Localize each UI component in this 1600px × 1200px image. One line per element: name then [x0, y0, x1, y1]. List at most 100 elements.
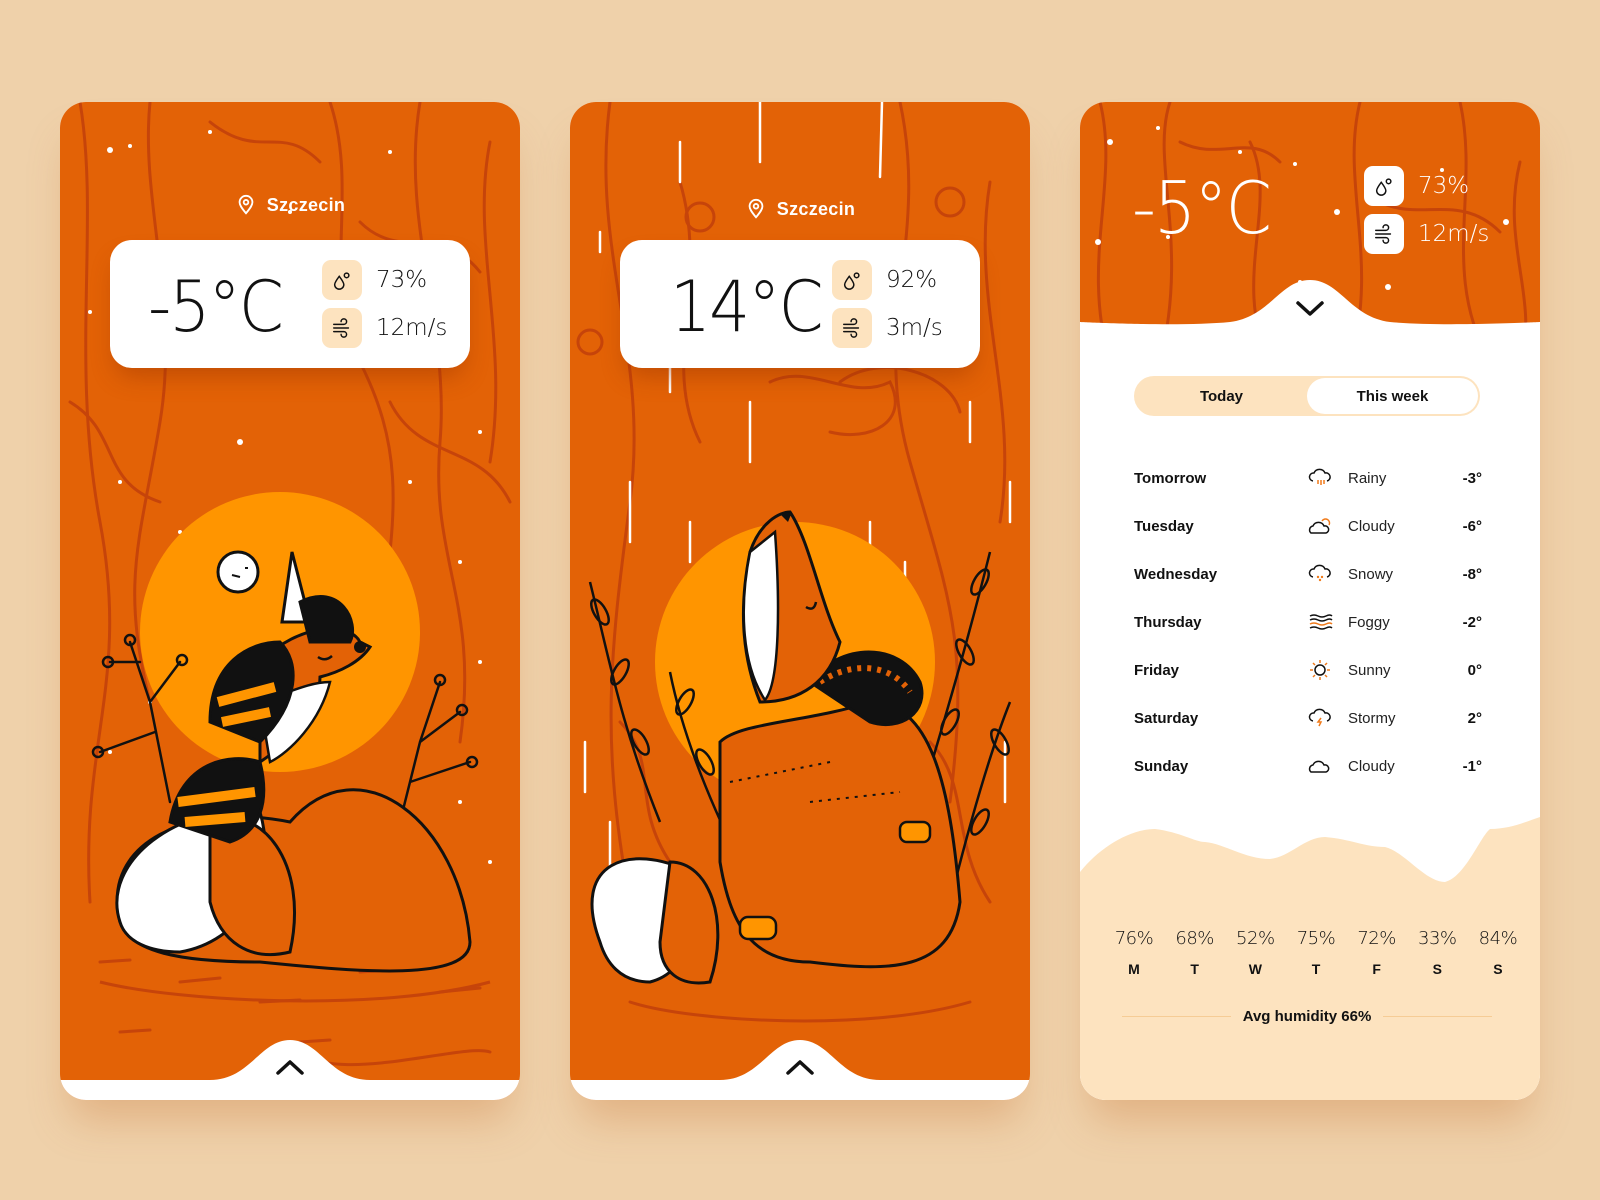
- wind-value: 3m/s: [886, 315, 943, 341]
- humidity-weekday: S: [1432, 961, 1442, 977]
- chevron-up-icon: [276, 1060, 304, 1075]
- forecast-row[interactable]: Thursday Foggy -2°: [1134, 598, 1484, 646]
- wind-stat: 12m/s: [1364, 214, 1489, 254]
- humidity-weekday: M: [1128, 961, 1140, 977]
- humidity-value: 73%: [376, 267, 428, 293]
- humidity-day[interactable]: 52% W: [1227, 928, 1283, 977]
- chevron-up-icon: [786, 1060, 814, 1075]
- forecast-day: Friday: [1134, 661, 1180, 679]
- map-pin-icon: [238, 194, 254, 215]
- forecast-condition: Cloudy: [1348, 757, 1395, 775]
- wind-icon: [322, 308, 362, 348]
- divider-right: [1383, 1016, 1493, 1017]
- chevron-down-icon: [1296, 301, 1324, 316]
- current-weather-card: 14°C 92% 3m/s: [620, 240, 980, 368]
- humidity-weekday: F: [1372, 961, 1381, 977]
- collapse-button[interactable]: [1285, 294, 1335, 324]
- forecast-day: Sunday: [1134, 757, 1189, 775]
- wind-icon: [1364, 214, 1404, 254]
- tab-this-week[interactable]: This week: [1307, 378, 1478, 414]
- forecast-condition: Rainy: [1348, 469, 1387, 487]
- humidity-day[interactable]: 76% M: [1106, 928, 1162, 977]
- current-temperature: 14°C: [670, 266, 824, 348]
- wind-stat: 12m/s: [322, 308, 447, 348]
- forecast-temp: -1°: [1462, 757, 1482, 775]
- forecast-row[interactable]: Sunday Cloudy -1°: [1134, 742, 1484, 790]
- location-name: Szczecin: [266, 194, 346, 215]
- humidity-percent: 75%: [1296, 928, 1336, 949]
- forecast-temp: -8°: [1462, 565, 1482, 583]
- sun-icon: [1306, 658, 1340, 682]
- humidity-day[interactable]: 33% S: [1409, 928, 1465, 977]
- forecast-day: Tomorrow: [1134, 469, 1207, 487]
- forecast-day: Tuesday: [1134, 517, 1194, 535]
- humidity-day[interactable]: 72% F: [1349, 928, 1405, 977]
- period-tabs: Today This week: [1134, 376, 1480, 416]
- cloud-icon: [1306, 754, 1340, 778]
- humidity-percent: 84%: [1478, 928, 1518, 949]
- humidity-percent: 68%: [1175, 928, 1214, 949]
- humidity-weekday: S: [1493, 961, 1503, 977]
- humidity-stat: 73%: [1364, 166, 1469, 206]
- humidity-day[interactable]: 75% T: [1288, 928, 1344, 977]
- storm-cloud-icon: [1306, 706, 1340, 730]
- humidity-value: 92%: [886, 267, 938, 293]
- forecast-row[interactable]: Saturday Stormy 2°: [1134, 694, 1484, 742]
- expand-button[interactable]: [775, 1052, 825, 1082]
- droplets-icon: [322, 260, 362, 300]
- humidity-day[interactable]: 84% S: [1470, 928, 1526, 977]
- wind-value: 12m/s: [376, 315, 448, 341]
- weather-screen-snow: Szczecin -5°C 73% 12m/s: [60, 102, 520, 1100]
- weather-forecast-screen: -5°C 73% 12m/s Today This week Tomorrow …: [1080, 102, 1540, 1100]
- forecast-temp: 0°: [1467, 661, 1482, 679]
- droplets-icon: [832, 260, 872, 300]
- forecast-row[interactable]: Tuesday Cloudy -6°: [1134, 502, 1484, 550]
- humidity-stat: 73%: [322, 260, 427, 300]
- map-pin-icon: [748, 198, 764, 219]
- current-temperature: -5°C: [148, 266, 284, 348]
- humidity-day[interactable]: 68% T: [1167, 928, 1223, 977]
- wind-value: 12m/s: [1418, 221, 1490, 247]
- forecast-row[interactable]: Wednesday Snowy -8°: [1134, 550, 1484, 598]
- humidity-weekday: T: [1190, 961, 1199, 977]
- location-label[interactable]: Szczecin: [60, 194, 520, 216]
- humidity-percent: 33%: [1418, 928, 1457, 949]
- forecast-temp: -2°: [1462, 613, 1482, 631]
- partly-cloudy-icon: [1306, 514, 1340, 538]
- wind-stat: 3m/s: [832, 308, 943, 348]
- average-humidity: Avg humidity 66%: [1122, 1008, 1493, 1025]
- humidity-stat: 92%: [832, 260, 937, 300]
- weekly-humidity: 76% M 68% T 52% W 75% T 72% F 33% S 84% …: [1106, 928, 1526, 977]
- weather-screen-rain: Szczecin 14°C 92% 3m/s: [570, 102, 1030, 1100]
- rain-cloud-icon: [1306, 466, 1340, 490]
- current-temperature: -5°C: [1132, 166, 1272, 250]
- droplets-icon: [1364, 166, 1404, 206]
- humidity-weekday: T: [1311, 961, 1321, 977]
- forecast-condition: Sunny: [1348, 661, 1391, 679]
- forecast-condition: Snowy: [1348, 565, 1394, 583]
- humidity-percent: 52%: [1236, 928, 1275, 949]
- forecast-day: Thursday: [1134, 613, 1202, 631]
- wind-icon: [832, 308, 872, 348]
- divider-left: [1122, 1016, 1231, 1017]
- fog-icon: [1306, 610, 1340, 634]
- forecast-condition: Cloudy: [1348, 517, 1395, 535]
- humidity-percent: 72%: [1357, 928, 1396, 949]
- forecast-day: Wednesday: [1134, 565, 1218, 583]
- forecast-row[interactable]: Friday Sunny 0°: [1134, 646, 1484, 694]
- expand-button[interactable]: [265, 1052, 315, 1082]
- forecast-temp: -6°: [1462, 517, 1482, 535]
- forecast-row[interactable]: Tomorrow Rainy -3°: [1134, 454, 1484, 502]
- snow-cloud-icon: [1306, 562, 1340, 586]
- forecast-condition: Stormy: [1348, 709, 1396, 727]
- location-name: Szczecin: [776, 198, 856, 219]
- average-humidity-label: Avg humidity 66%: [1242, 1008, 1372, 1025]
- humidity-value: 73%: [1418, 173, 1470, 199]
- forecast-temp: -3°: [1462, 469, 1482, 487]
- forecast-day: Saturday: [1134, 709, 1199, 727]
- tab-today[interactable]: Today: [1136, 378, 1307, 414]
- humidity-percent: 76%: [1114, 928, 1154, 949]
- forecast-temp: 2°: [1467, 709, 1482, 727]
- forecast-condition: Foggy: [1348, 613, 1390, 631]
- location-label[interactable]: Szczecin: [570, 198, 1030, 220]
